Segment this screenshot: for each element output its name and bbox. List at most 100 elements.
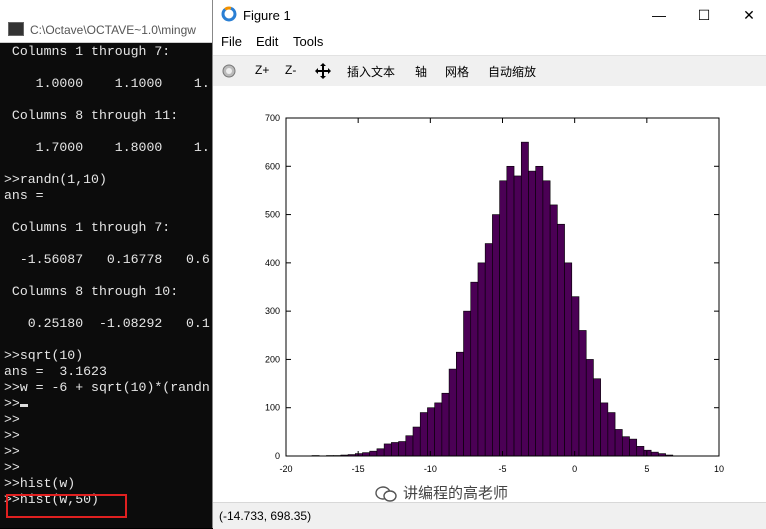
menubar: File Edit Tools: [213, 30, 766, 54]
histogram-bar: [500, 181, 507, 456]
console-line: [4, 332, 212, 348]
console-line: >>: [4, 428, 212, 444]
console-line: >>sqrt(10): [4, 348, 212, 364]
y-tick-label: 300: [265, 306, 280, 316]
console-line: [4, 92, 212, 108]
close-button[interactable]: ✕: [734, 4, 764, 26]
console-line: >>hist(w): [4, 476, 212, 492]
histogram-bar: [492, 215, 499, 456]
zoom-out-button[interactable]: Z-: [285, 63, 296, 77]
console-line: >>: [4, 460, 212, 476]
histogram-bar: [572, 297, 579, 456]
histogram-bar: [565, 263, 572, 456]
cursor-coordinates: (-14.733, 698.35): [219, 509, 311, 523]
histogram-bar: [399, 442, 406, 456]
highlight-box: [6, 494, 127, 518]
console-output[interactable]: Columns 1 through 7: 1.0000 1.1000 1. Co…: [4, 44, 212, 508]
histogram-bar: [406, 436, 413, 456]
figure-window[interactable]: Figure 1 — ☐ ✕ File Edit Tools Z+ Z- 插入文…: [212, 0, 766, 528]
histogram-bar: [586, 359, 593, 456]
console-titlebar[interactable]: C:\Octave\OCTAVE~1.0\mingw: [0, 0, 212, 43]
console-line: [4, 268, 212, 284]
statusbar: (-14.733, 698.35): [213, 502, 766, 529]
console-line: 1.0000 1.1000 1.: [4, 76, 212, 92]
histogram-bar: [630, 439, 637, 456]
console-line: Columns 1 through 7:: [4, 44, 212, 60]
y-tick-label: 0: [275, 451, 280, 461]
console-line: ans = 3.1623: [4, 364, 212, 380]
console-line: Columns 8 through 11:: [4, 108, 212, 124]
console-line: >>: [4, 444, 212, 460]
text-cursor: [20, 404, 28, 407]
console-line: Columns 8 through 10:: [4, 284, 212, 300]
y-tick-label: 400: [265, 258, 280, 268]
y-tick-label: 500: [265, 210, 280, 220]
figure-title: Figure 1: [243, 8, 291, 23]
x-tick-label: -15: [352, 464, 365, 474]
histogram-bar: [420, 413, 427, 456]
console-line: >>w = -6 + sqrt(10)*(randn: [4, 380, 212, 396]
histogram-bar: [435, 403, 442, 456]
figure-titlebar[interactable]: Figure 1 — ☐ ✕: [213, 0, 766, 30]
histogram-bar: [521, 142, 528, 456]
histogram-bar: [601, 403, 608, 456]
histogram-bar: [528, 171, 535, 456]
menu-file[interactable]: File: [221, 34, 242, 49]
wechat-icon: [375, 485, 397, 503]
menu-edit[interactable]: Edit: [256, 34, 278, 49]
x-tick-label: 10: [714, 464, 724, 474]
autoscale-button[interactable]: 自动缩放: [488, 63, 536, 80]
console-line: [4, 60, 212, 76]
pan-icon[interactable]: [314, 62, 332, 80]
console-title: C:\Octave\OCTAVE~1.0\mingw: [30, 23, 196, 37]
octave-logo-icon: [221, 6, 237, 22]
toolbar: Z+ Z- 插入文本 轴 网格 自动缩放: [213, 55, 766, 86]
insert-text-button[interactable]: 插入文本: [347, 63, 395, 80]
plot-area[interactable]: -20-15-10-505100100200300400500600700: [213, 86, 766, 502]
y-tick-label: 700: [265, 113, 280, 123]
rotate-icon[interactable]: [221, 63, 237, 79]
histogram-bar: [644, 450, 651, 456]
console-line: [4, 300, 212, 316]
histogram-bar: [507, 166, 514, 456]
histogram-bar: [449, 369, 456, 456]
console-window[interactable]: C:\Octave\OCTAVE~1.0\mingw Columns 1 thr…: [0, 0, 212, 528]
histogram-bar: [377, 449, 384, 456]
histogram-bar: [442, 393, 449, 456]
x-tick-label: -20: [279, 464, 292, 474]
menu-tools[interactable]: Tools: [293, 34, 323, 49]
histogram-bar: [579, 330, 586, 456]
histogram-bar: [550, 205, 557, 456]
watermark-text: 讲编程的高老师: [403, 485, 508, 502]
console-line: Columns 1 through 7:: [4, 220, 212, 236]
console-line: 1.7000 1.8000 1.: [4, 140, 212, 156]
histogram-chart[interactable]: -20-15-10-505100100200300400500600700: [213, 86, 766, 502]
y-tick-label: 200: [265, 354, 280, 364]
console-line: [4, 156, 212, 172]
histogram-bar: [478, 263, 485, 456]
console-line: >>: [4, 396, 212, 412]
zoom-in-button[interactable]: Z+: [255, 63, 269, 77]
histogram-bar: [362, 453, 369, 456]
axes-button[interactable]: 轴: [415, 63, 427, 80]
console-line: [4, 236, 212, 252]
x-tick-label: -5: [498, 464, 506, 474]
x-tick-label: -10: [424, 464, 437, 474]
console-line: -1.56087 0.16778 0.6: [4, 252, 212, 268]
console-line: ans =: [4, 188, 212, 204]
minimize-button[interactable]: —: [644, 4, 674, 26]
histogram-bar: [622, 437, 629, 456]
console-line: 0.25180 -1.08292 0.1: [4, 316, 212, 332]
console-line: [4, 204, 212, 220]
console-line: [4, 124, 212, 140]
histogram-bar: [514, 176, 521, 456]
histogram-bar: [384, 444, 391, 456]
histogram-bar: [427, 408, 434, 456]
maximize-button[interactable]: ☐: [689, 4, 719, 26]
histogram-bar: [651, 452, 658, 456]
watermark: 讲编程的高老师: [375, 482, 508, 503]
histogram-bar: [543, 181, 550, 456]
grid-button[interactable]: 网格: [445, 63, 469, 80]
y-tick-label: 100: [265, 403, 280, 413]
histogram-bar: [615, 429, 622, 456]
